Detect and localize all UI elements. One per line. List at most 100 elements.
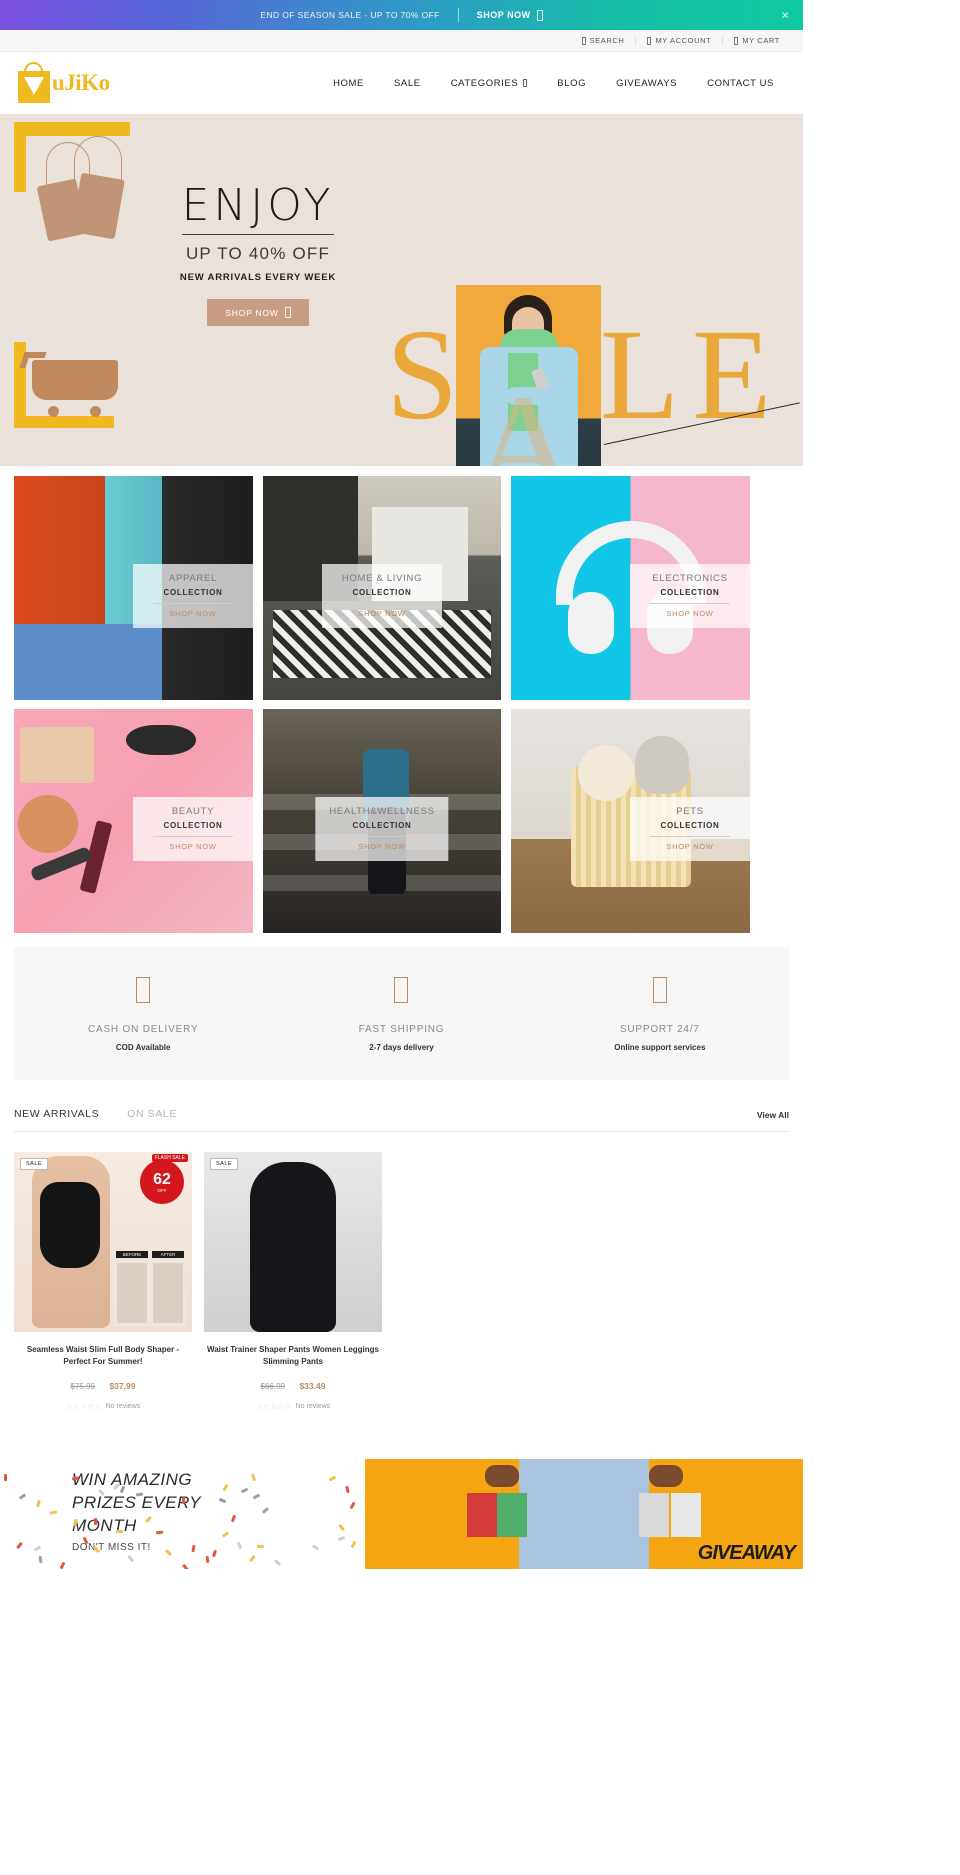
shopping-bag-logo-icon <box>14 61 54 105</box>
product-rating: ☆☆☆☆☆ No reviews <box>14 1402 192 1411</box>
confetti-dot <box>329 1475 337 1481</box>
collection-shop-now-pets[interactable]: SHOP NOW <box>644 842 736 851</box>
collections-column-left: APPAREL COLLECTION SHOP NOW BEAUTY COLLE… <box>14 476 253 933</box>
products-tabs: NEW ARRIVALS ON SALE View All <box>14 1108 789 1132</box>
product-price-old: $75.99 <box>71 1382 95 1391</box>
product-title: Waist Trainer Shaper Pants Women Legging… <box>204 1344 382 1368</box>
product-reviews-count: No reviews <box>106 1403 141 1410</box>
tab-on-sale[interactable]: ON SALE <box>127 1108 177 1120</box>
collections-column-right: ELECTRONICS COLLECTION SHOP NOW PETS COL… <box>511 476 750 933</box>
nav-label-contact: CONTACT US <box>707 78 774 89</box>
nav-item-home[interactable]: HOME <box>318 78 379 89</box>
hero-sale-letter-l: L <box>600 310 687 440</box>
hero-shop-now-button[interactable]: SHOP NOW <box>207 299 308 326</box>
confetti-dot <box>212 1550 217 1558</box>
utility-label-search: SEARCH <box>590 36 625 45</box>
giveaway-line-1: WIN AMAZING <box>72 1469 201 1492</box>
collection-title-home-living: HOME & LIVING <box>336 573 428 584</box>
product-price-old: $66.99 <box>261 1382 285 1391</box>
announcement-cta-label: SHOP NOW <box>477 10 531 20</box>
collection-title-beauty: BEAUTY <box>147 806 239 817</box>
utility-link-search[interactable]: SEARCH <box>571 36 636 45</box>
close-icon[interactable]: × <box>781 8 789 23</box>
price-tags-icon <box>18 124 148 254</box>
hero-sale-letter-a: A <box>470 372 578 466</box>
collection-shop-now-apparel[interactable]: SHOP NOW <box>147 609 239 618</box>
products-section: NEW ARRIVALS ON SALE View All SALE 62 OF… <box>0 1080 803 1411</box>
hero-banner: S L E A ENJOY UP TO 40% OFF NEW ARRIVALS… <box>0 114 803 466</box>
collection-sub-electronics: COLLECTION <box>644 588 736 597</box>
service-title-cod: CASH ON DELIVERY <box>14 1024 272 1035</box>
product-image[interactable]: SALE <box>204 1152 382 1332</box>
collection-tile-health-wellness[interactable]: HEALTH&WELLNESS COLLECTION SHOP NOW <box>263 709 501 933</box>
product-reviews-count: No reviews <box>296 1403 331 1410</box>
headset-icon <box>653 977 667 1003</box>
divider <box>153 603 232 604</box>
confetti-dot <box>127 1555 134 1562</box>
confetti-dot <box>39 1556 43 1563</box>
nav-label-blog: BLOG <box>557 78 586 89</box>
collection-sub-apparel: COLLECTION <box>147 588 239 597</box>
tab-new-arrivals[interactable]: NEW ARRIVALS <box>14 1108 99 1120</box>
view-all-link[interactable]: View All <box>757 1110 789 1120</box>
confetti-dot <box>59 1562 65 1569</box>
discount-sub: OFF <box>158 1188 167 1193</box>
collection-tile-home-living[interactable]: HOME & LIVING COLLECTION SHOP NOW <box>263 476 501 700</box>
utility-link-account[interactable]: MY ACCOUNT <box>635 36 722 45</box>
collection-shop-now-health-wellness[interactable]: SHOP NOW <box>329 842 434 851</box>
confetti-dot <box>274 1560 281 1567</box>
collection-tile-apparel[interactable]: APPAREL COLLECTION SHOP NOW <box>14 476 253 700</box>
confetti-dot <box>182 1497 185 1504</box>
confetti-dot <box>230 1515 235 1523</box>
services-bar: CASH ON DELIVERY COD Available FAST SHIP… <box>14 947 789 1080</box>
star-rating-icon: ☆☆☆☆☆ <box>66 1402 102 1411</box>
hero-headline: ENJOY <box>182 184 335 235</box>
collection-shop-now-beauty[interactable]: SHOP NOW <box>147 842 239 851</box>
after-label: AFTER <box>152 1251 184 1258</box>
giveaway-banner[interactable]: WIN AMAZING PRIZES EVERY MONTH DON'T MIS… <box>0 1459 803 1569</box>
nav-item-sale[interactable]: SALE <box>379 78 436 89</box>
confetti-dot <box>205 1556 209 1563</box>
confetti-dot <box>156 1531 163 1535</box>
flash-sale-label: FLASH SALE <box>152 1154 188 1162</box>
logo-link[interactable]: uJiKo <box>14 61 110 105</box>
hero-tagline: NEW ARRIVALS EVERY WEEK <box>158 272 358 283</box>
nav-item-blog[interactable]: BLOG <box>542 78 601 89</box>
collection-sub-beauty: COLLECTION <box>147 821 239 830</box>
page-root: END OF SEASON SALE - UP TO 70% OFF SHOP … <box>0 0 803 1569</box>
confetti-dot <box>182 1563 189 1569</box>
utility-label-account: MY ACCOUNT <box>655 36 711 45</box>
product-rating: ☆☆☆☆☆ No reviews <box>204 1402 382 1411</box>
utility-link-cart[interactable]: MY CART <box>722 36 791 45</box>
collection-overlay-pets: PETS COLLECTION SHOP NOW <box>630 797 750 861</box>
confetti-dot <box>36 1499 41 1507</box>
confetti-dot <box>338 1524 345 1531</box>
confetti-dot <box>219 1498 227 1503</box>
nav-item-categories[interactable]: CATEGORIES <box>436 78 543 89</box>
nav-label-sale: SALE <box>394 78 421 89</box>
collection-shop-now-electronics[interactable]: SHOP NOW <box>644 609 736 618</box>
product-card[interactable]: SALE 62 OFF FLASH SALE BEFORE AFTER Seam… <box>14 1152 192 1411</box>
hero-button-label: SHOP NOW <box>225 308 278 318</box>
user-icon <box>647 37 651 45</box>
truck-icon <box>394 977 408 1003</box>
announcement-shop-now-link[interactable]: SHOP NOW <box>477 10 543 21</box>
collection-tile-beauty[interactable]: BEAUTY COLLECTION SHOP NOW <box>14 709 253 933</box>
collection-tile-electronics[interactable]: ELECTRONICS COLLECTION SHOP NOW <box>511 476 750 700</box>
discount-value: 62 <box>153 1172 171 1188</box>
product-card[interactable]: SALE Waist Trainer Shaper Pants Women Le… <box>204 1152 382 1411</box>
collection-shop-now-home-living[interactable]: SHOP NOW <box>336 609 428 618</box>
collection-tile-pets[interactable]: PETS COLLECTION SHOP NOW <box>511 709 750 933</box>
search-icon <box>582 37 586 45</box>
main-navigation: HOME SALE CATEGORIES BLOG GIVEAWAYS CONT… <box>318 78 789 89</box>
divider <box>650 836 729 837</box>
nav-label-categories: CATEGORIES <box>451 78 519 89</box>
giveaway-line-3: MONTH <box>72 1515 201 1538</box>
nav-item-contact-us[interactable]: CONTACT US <box>692 78 789 89</box>
confetti-dot <box>222 1532 229 1538</box>
giveaway-person-image <box>519 1459 649 1569</box>
confetti-dot <box>19 1493 26 1499</box>
nav-item-giveaways[interactable]: GIVEAWAYS <box>601 78 692 89</box>
confetti-dot <box>16 1542 23 1549</box>
product-image[interactable]: SALE 62 OFF FLASH SALE BEFORE AFTER <box>14 1152 192 1332</box>
